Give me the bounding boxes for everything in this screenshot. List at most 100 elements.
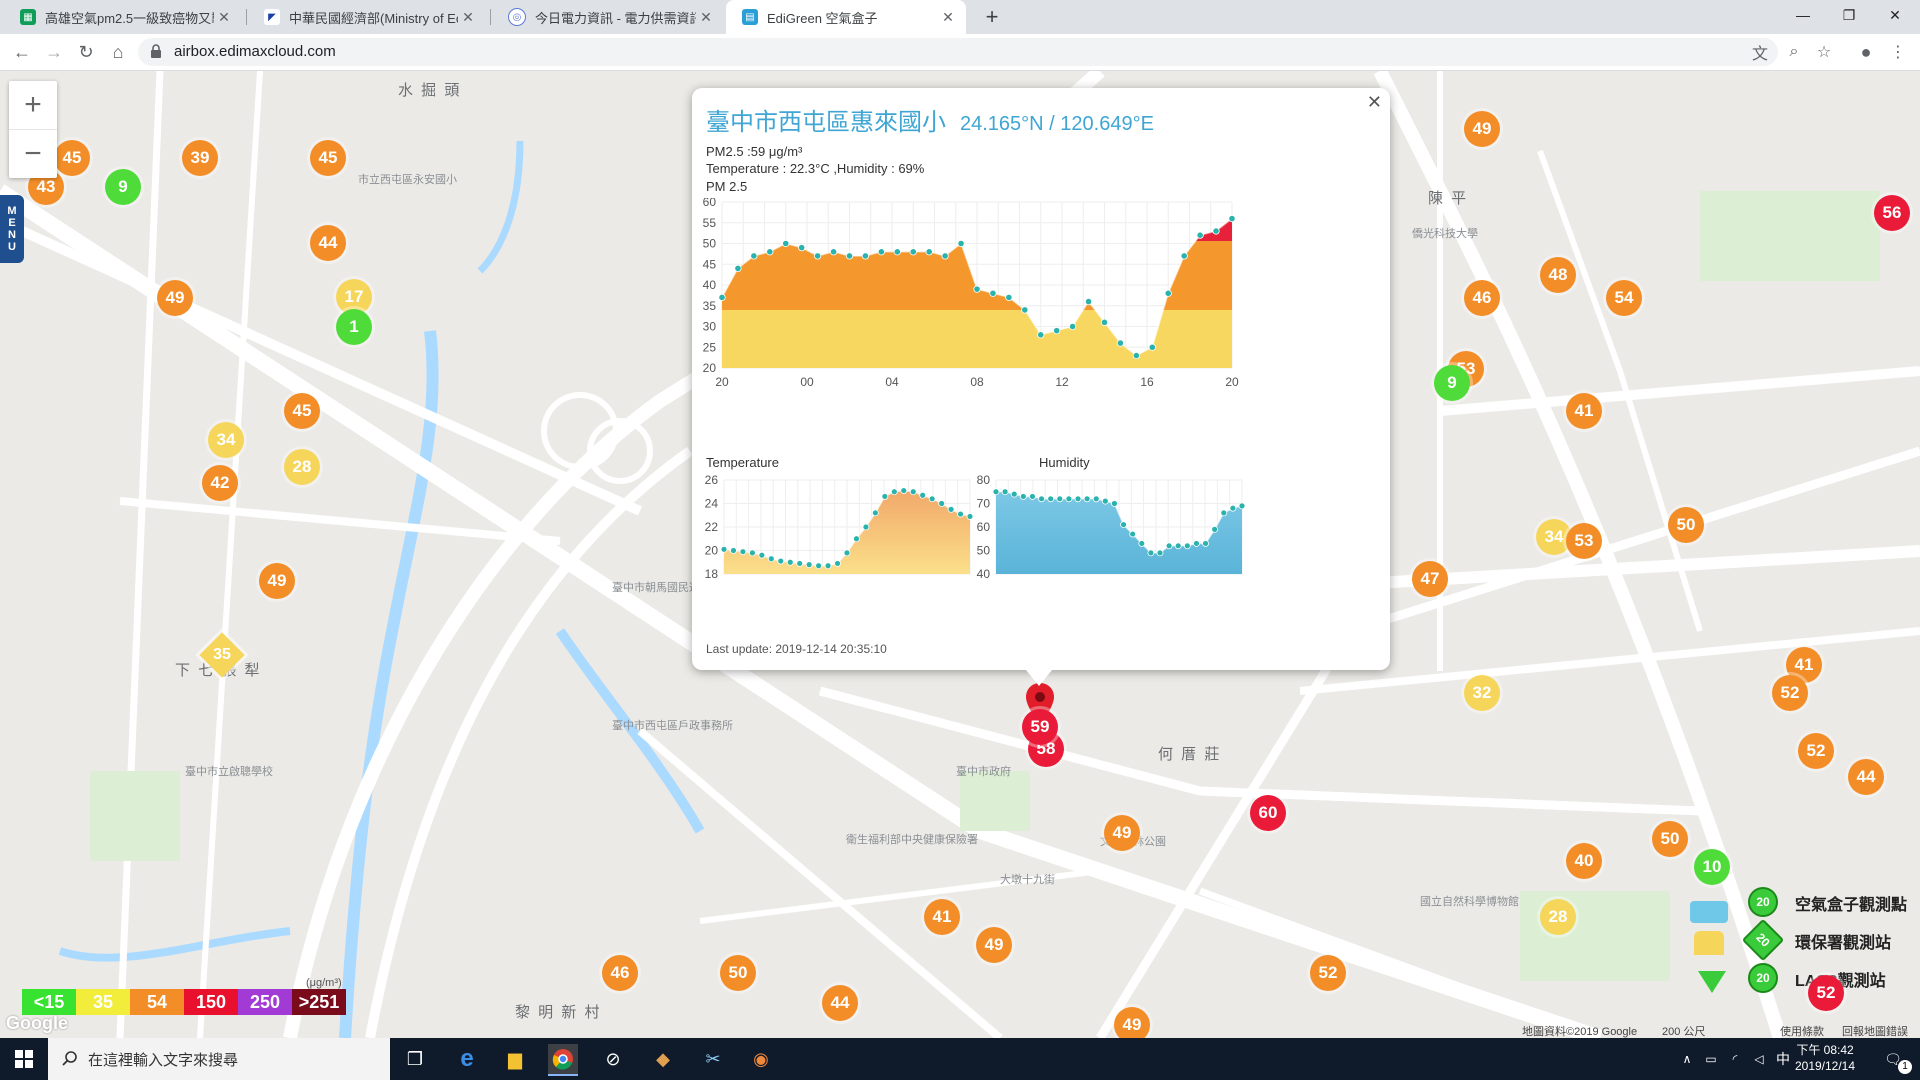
data-point[interactable] bbox=[1220, 509, 1228, 517]
data-point[interactable] bbox=[1148, 343, 1156, 351]
new-tab-button[interactable]: + bbox=[978, 4, 1006, 30]
poi-label[interactable]: 臺中市政府 bbox=[956, 763, 1011, 779]
data-point[interactable] bbox=[1180, 252, 1188, 260]
data-point[interactable] bbox=[814, 252, 822, 260]
map-marker[interactable]: 60 bbox=[1250, 795, 1286, 831]
close-tab-icon[interactable]: ✕ bbox=[458, 9, 478, 26]
data-point[interactable] bbox=[1183, 542, 1191, 550]
data-point[interactable] bbox=[938, 500, 946, 507]
compass-app-icon[interactable]: ⊘ bbox=[598, 1044, 628, 1074]
map-marker[interactable]: 52 bbox=[1310, 955, 1346, 991]
data-point[interactable] bbox=[947, 505, 955, 513]
poi-label[interactable]: 市立西屯區永安國小 bbox=[358, 171, 457, 187]
map-marker[interactable]: 49 bbox=[1104, 815, 1140, 851]
map-marker[interactable]: 50 bbox=[1652, 821, 1688, 857]
google-logo[interactable]: Google bbox=[6, 1013, 68, 1034]
system-clock[interactable]: 下午 08:42 2019/12/14 bbox=[1790, 1042, 1860, 1074]
map-marker[interactable]: 10 bbox=[1694, 849, 1730, 885]
data-point[interactable] bbox=[1100, 318, 1109, 326]
data-point[interactable] bbox=[1165, 542, 1173, 550]
map-marker[interactable]: 45 bbox=[54, 140, 90, 176]
map-marker[interactable]: 54 bbox=[1606, 280, 1642, 316]
map-marker[interactable]: 34 bbox=[208, 422, 244, 458]
map-marker[interactable]: 52 bbox=[1798, 733, 1834, 769]
browser-tab-2[interactable]: ◤ 中華民國經濟部(Ministry of Econ ✕ bbox=[248, 0, 486, 34]
close-window-button[interactable]: ✕ bbox=[1872, 0, 1918, 30]
data-point[interactable] bbox=[1120, 521, 1127, 529]
map-marker[interactable]: 32 bbox=[1464, 675, 1500, 711]
data-point[interactable] bbox=[1132, 351, 1140, 360]
bookmark-star-icon[interactable]: ☆ bbox=[1814, 42, 1834, 62]
task-view-icon[interactable]: ❐ bbox=[400, 1044, 430, 1074]
map-marker[interactable]: 50 bbox=[720, 955, 756, 991]
data-point[interactable] bbox=[766, 248, 774, 256]
data-point[interactable] bbox=[1056, 495, 1064, 503]
data-point[interactable] bbox=[1193, 540, 1200, 547]
data-point[interactable] bbox=[1005, 293, 1013, 302]
blender-icon[interactable]: ◉ bbox=[746, 1044, 776, 1074]
close-tab-icon[interactable]: ✕ bbox=[938, 9, 958, 26]
map-marker[interactable]: 42 bbox=[202, 465, 238, 501]
address-bar[interactable]: airbox.edimaxcloud.com bbox=[138, 38, 1778, 66]
map-marker[interactable]: 49 bbox=[259, 563, 295, 599]
data-point[interactable] bbox=[1101, 497, 1109, 505]
data-point[interactable] bbox=[829, 248, 838, 256]
translate-icon[interactable]: 文 bbox=[1750, 42, 1770, 63]
data-point[interactable] bbox=[1021, 306, 1029, 314]
data-point[interactable] bbox=[1229, 504, 1237, 512]
data-point[interactable] bbox=[845, 252, 854, 260]
minimize-button[interactable]: — bbox=[1780, 0, 1826, 30]
data-point[interactable] bbox=[796, 560, 804, 567]
poi-label[interactable]: 大墩十九街 bbox=[1000, 871, 1055, 887]
data-point[interactable] bbox=[748, 549, 756, 557]
data-point[interactable] bbox=[925, 248, 933, 256]
map-marker[interactable]: 50 bbox=[1668, 507, 1704, 543]
map-marker[interactable]: 45 bbox=[310, 140, 346, 176]
zoom-icon[interactable]: ⌕ bbox=[1784, 42, 1804, 62]
terms-link[interactable]: 使用條款 bbox=[1780, 1023, 1824, 1038]
data-point[interactable] bbox=[1053, 327, 1061, 335]
data-point[interactable] bbox=[720, 545, 728, 553]
poi-label[interactable]: 僑光科技大學 bbox=[1412, 225, 1478, 241]
map-marker[interactable]: 9 bbox=[1434, 365, 1470, 401]
data-point[interactable] bbox=[782, 239, 790, 248]
data-point[interactable] bbox=[1010, 490, 1018, 498]
snipping-tool-icon[interactable]: ✂ bbox=[698, 1044, 728, 1074]
map-marker[interactable]: 9 bbox=[105, 169, 141, 205]
data-point[interactable] bbox=[919, 491, 927, 499]
data-point[interactable] bbox=[1164, 289, 1172, 297]
browser-tab-3[interactable]: ◎ 今日電力資訊 - 電力供需資訊 - 台 ✕ bbox=[492, 0, 724, 34]
map-marker[interactable]: 28 bbox=[1540, 899, 1576, 935]
poi-label[interactable]: 臺中市西屯區戶政事務所 bbox=[612, 717, 733, 733]
data-point[interactable] bbox=[900, 487, 908, 494]
data-point[interactable] bbox=[909, 488, 917, 496]
poi-label[interactable]: 臺中市立啟聰學校 bbox=[185, 763, 273, 779]
data-point[interactable] bbox=[871, 509, 879, 517]
profile-icon[interactable]: ● bbox=[1856, 42, 1876, 62]
data-point[interactable] bbox=[1156, 549, 1164, 557]
restore-button[interactable]: ❐ bbox=[1826, 0, 1872, 30]
data-point[interactable] bbox=[890, 488, 898, 496]
data-point[interactable] bbox=[1001, 488, 1009, 496]
data-point[interactable] bbox=[861, 252, 870, 260]
data-point[interactable] bbox=[1111, 500, 1118, 507]
data-point[interactable] bbox=[1047, 495, 1055, 503]
data-point[interactable] bbox=[834, 560, 841, 567]
data-point[interactable] bbox=[786, 558, 794, 566]
map-marker[interactable]: 49 bbox=[1464, 111, 1500, 147]
data-point[interactable] bbox=[758, 551, 766, 559]
data-point[interactable] bbox=[909, 248, 917, 256]
file-explorer-icon[interactable]: ▆ bbox=[500, 1044, 530, 1074]
taskbar-search-box[interactable]: 在這裡輸入文字來搜尋 bbox=[48, 1038, 390, 1080]
zoom-in-button[interactable]: + bbox=[9, 81, 57, 130]
map-marker[interactable]: 49 bbox=[976, 927, 1012, 963]
data-point[interactable] bbox=[862, 523, 870, 531]
data-point[interactable] bbox=[815, 562, 823, 570]
map-marker[interactable]: 59 bbox=[1022, 709, 1058, 745]
data-point[interactable] bbox=[1202, 540, 1209, 547]
map-marker[interactable]: 28 bbox=[284, 449, 320, 485]
data-point[interactable] bbox=[1212, 227, 1220, 235]
data-point[interactable] bbox=[805, 561, 813, 568]
poi-label[interactable]: 國立自然科學博物館 bbox=[1420, 893, 1519, 909]
data-point[interactable] bbox=[718, 293, 726, 302]
